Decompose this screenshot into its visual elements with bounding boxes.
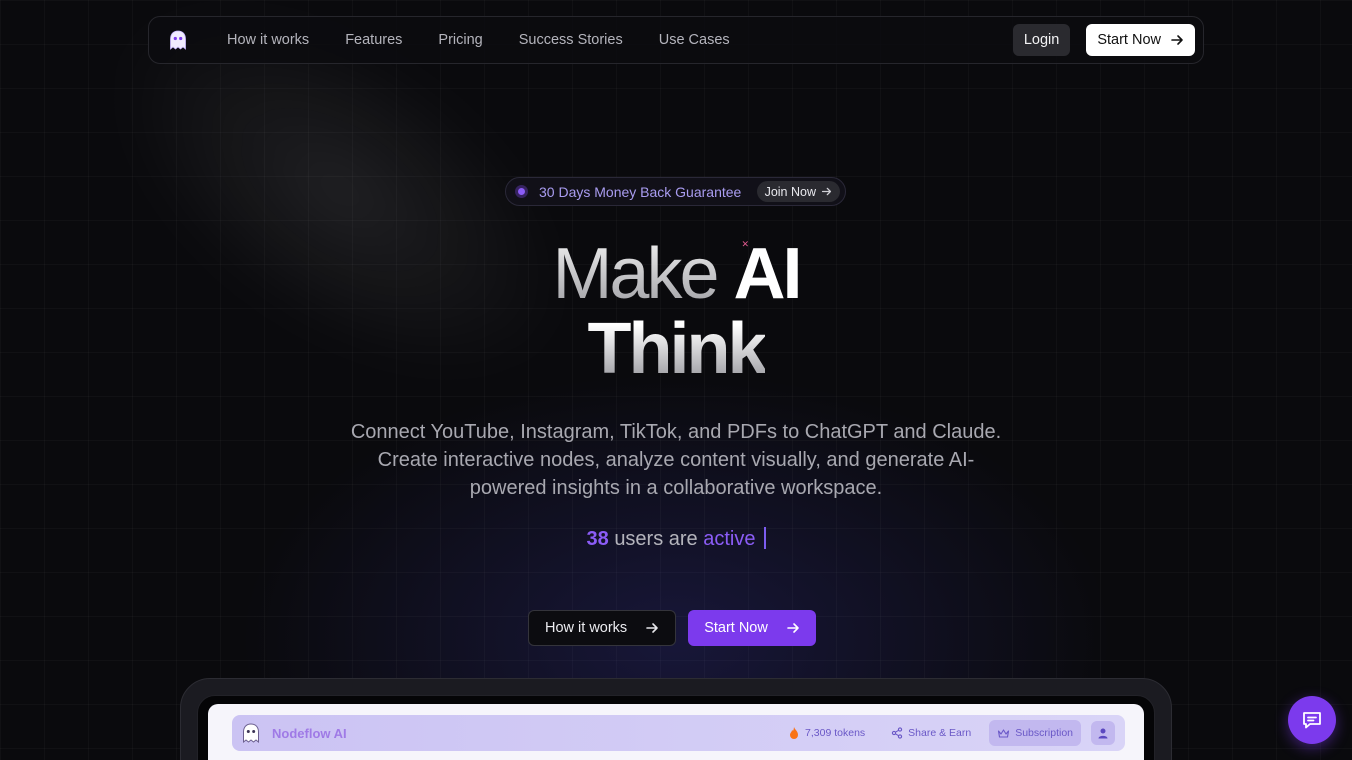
app-preview-header: Nodeflow AI 7,309 tokens Share & Earn Su… — [232, 715, 1125, 751]
hero-word-make: Make — [552, 234, 719, 314]
landing-page: How it works Features Pricing Success St… — [0, 0, 1352, 760]
avatar — [1091, 721, 1115, 745]
login-button[interactable]: Login — [1012, 24, 1071, 56]
user-icon — [1098, 728, 1108, 739]
app-preview-device: Nodeflow AI 7,309 tokens Share & Earn Su… — [180, 678, 1172, 760]
join-now-label: Join Now — [764, 184, 816, 199]
subscription-button: Subscription — [989, 720, 1081, 746]
ghost-icon[interactable] — [167, 29, 189, 51]
nav-link-pricing[interactable]: Pricing — [438, 32, 482, 48]
chat-support-button[interactable] — [1288, 696, 1336, 744]
active-users-word: active — [703, 528, 756, 550]
active-users-count: 38 — [586, 528, 609, 550]
hero-title-line-1: Make ✕ AI — [0, 238, 1352, 310]
arrow-right-icon — [821, 187, 832, 196]
share-icon — [892, 727, 903, 739]
top-navbar: How it works Features Pricing Success St… — [148, 16, 1204, 64]
status-dot-icon — [515, 185, 528, 198]
nav-start-now-label: Start Now — [1097, 32, 1161, 48]
crown-icon — [998, 728, 1010, 738]
subscription-label: Subscription — [1015, 727, 1073, 739]
how-it-works-label: How it works — [545, 620, 628, 636]
app-preview-actions: 7,309 tokens Share & Earn Subscription — [780, 720, 1115, 746]
typing-cursor — [763, 527, 766, 549]
flame-icon — [790, 727, 799, 739]
hero-subtitle: Connect YouTube, Instagram, TikTok, and … — [350, 421, 1002, 499]
guarantee-text: 30 Days Money Back Guarantee — [539, 183, 742, 200]
app-preview-screen: Nodeflow AI 7,309 tokens Share & Earn Su… — [208, 704, 1144, 760]
how-it-works-button[interactable]: How it works — [528, 610, 677, 646]
share-earn-button: Share & Earn — [883, 720, 979, 746]
hero-word-ai: ✕ AI — [734, 234, 803, 314]
nav-start-now-button[interactable]: Start Now — [1086, 24, 1195, 56]
app-preview-name: Nodeflow AI — [272, 725, 347, 741]
nav-links: How it works Features Pricing Success St… — [227, 32, 730, 48]
nav-link-use-cases[interactable]: Use Cases — [659, 32, 730, 48]
guarantee-badge: 30 Days Money Back Guarantee Join Now — [505, 177, 846, 206]
arrow-right-icon — [787, 623, 799, 633]
tokens-text: 7,309 tokens — [805, 727, 866, 739]
hero-title-line-2: Think — [0, 313, 1352, 385]
tokens-indicator: 7,309 tokens — [780, 720, 873, 746]
arrow-right-icon — [1171, 35, 1183, 45]
ghost-icon — [243, 723, 259, 743]
nav-actions: Login Start Now — [1012, 24, 1195, 56]
nav-link-features[interactable]: Features — [345, 32, 402, 48]
chat-icon — [1303, 712, 1321, 729]
active-users-counter: 38 users are active — [0, 527, 1352, 551]
nav-link-success-stories[interactable]: Success Stories — [519, 32, 623, 48]
nav-link-how-it-works[interactable]: How it works — [227, 32, 309, 48]
sparkle-icon: ✕ — [741, 239, 750, 249]
active-users-middle: users are — [614, 528, 698, 550]
app-preview-bezel: Nodeflow AI 7,309 tokens Share & Earn Su… — [197, 695, 1155, 760]
start-now-label: Start Now — [704, 620, 768, 636]
arrow-right-icon — [646, 623, 658, 633]
join-now-button[interactable]: Join Now — [756, 181, 840, 202]
share-earn-label: Share & Earn — [908, 727, 972, 739]
start-now-button[interactable]: Start Now — [688, 610, 816, 646]
cta-buttons: How it works Start Now — [528, 610, 816, 646]
hero-word-think: Think — [587, 309, 768, 389]
